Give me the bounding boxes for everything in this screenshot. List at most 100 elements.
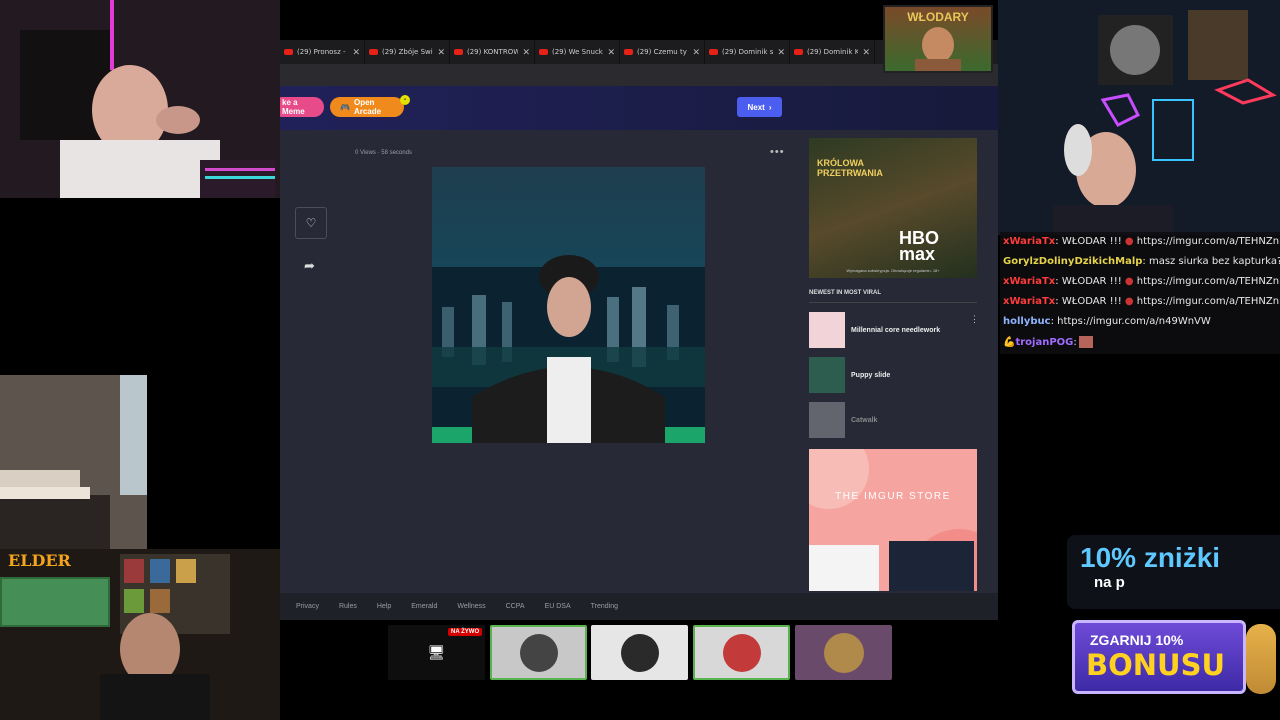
store-title: THE IMGUR STORE: [835, 491, 951, 502]
browser-tab[interactable]: (29) Zbóje Świ ✕: [365, 40, 450, 64]
emote-icon: ●: [1124, 296, 1137, 307]
tab-title: (29) Pronosz -: [297, 48, 346, 56]
footer-link-eu-dsa[interactable]: EU DSA: [545, 603, 571, 610]
new-badge: •: [400, 95, 410, 105]
chat-message: xWariaTx: WŁODAR !!! ● https://imgur.com…: [1003, 296, 1280, 307]
discount-promo: 10% zniżki: [1080, 542, 1221, 573]
tab-title: (29) Dominik K: [807, 48, 859, 56]
chat-username[interactable]: xWariaTx: [1003, 236, 1055, 247]
browser-window: (29) Pronosz - ✕ (29) Zbóje Świ ✕ (29) KON…: [280, 40, 998, 620]
close-icon[interactable]: ✕: [692, 47, 700, 58]
chat-text: : masz siurka bez kapturka?: [1142, 256, 1280, 267]
close-icon[interactable]: ✕: [777, 47, 785, 58]
browser-tab[interactable]: (29) KONTROW ✕: [450, 40, 535, 64]
person-avatar: [620, 633, 659, 672]
viral-item[interactable]: Millennial core needlework: [809, 312, 979, 348]
footer-link-rules[interactable]: Rules: [339, 603, 357, 610]
chat-text: :: [1073, 337, 1077, 348]
footer-link-trending[interactable]: Trending: [591, 603, 618, 610]
tab-title: (29) KONTROW: [467, 48, 519, 56]
heart-icon: ♡: [305, 216, 317, 230]
discount-promo-sub: na p: [1094, 574, 1125, 591]
footer-link-wellness[interactable]: Wellness: [457, 603, 485, 610]
elder-logo: ELDER: [8, 551, 71, 570]
chat-text: : https://imgur.com/a/n49WnVW: [1050, 316, 1211, 327]
more-options-icon[interactable]: •••: [770, 146, 785, 158]
chat-text: : WŁODAR !!!: [1055, 296, 1125, 307]
footer-links: Privacy Rules Help Emerald Wellness CCPA…: [280, 593, 998, 620]
chat-username[interactable]: trojanPOG: [1015, 337, 1073, 348]
browser-tab[interactable]: (29) Dominik s ✕: [705, 40, 790, 64]
ad-title: KRÓLOWA PRZETRWANIA: [817, 158, 883, 178]
chat-message: GorylzDolinyDzikichMalp: masz siurka bez…: [1003, 256, 1280, 267]
youtube-icon: [369, 49, 378, 55]
tab-title: (29) Zbóje Świ: [382, 48, 433, 56]
browser-tab[interactable]: (29) We Snuck ✕: [535, 40, 620, 64]
chevron-right-icon: ›: [768, 102, 772, 112]
chat-link[interactable]: https://imgur.com/a/TEHNZnK: [1137, 236, 1280, 247]
browser-tab[interactable]: (29) Dominik K ✕: [790, 40, 875, 64]
viral-thumbnail: [809, 312, 845, 348]
chat-link[interactable]: https://imgur.com/a/TEHNZnK: [1137, 296, 1280, 307]
advertisement-imgur-store[interactable]: THE IMGUR STORE: [809, 449, 977, 591]
chat-username[interactable]: xWariaTx: [1003, 296, 1055, 307]
footer-link-ccpa[interactable]: CCPA: [506, 603, 525, 610]
webcam-top-left: [0, 0, 280, 198]
hbo-max-logo: HBO max: [899, 228, 939, 264]
car-avatar: [519, 633, 558, 672]
viral-item-title: Puppy slide: [851, 371, 891, 379]
chat-text: : WŁODAR !!!: [1055, 236, 1125, 247]
viral-item-title: Millennial core needlework: [851, 326, 941, 334]
viral-item[interactable]: Catwalk: [809, 402, 979, 438]
webcam-bottom-left: [0, 549, 283, 720]
ad-fine-print: Wymagana subskrypcja. Obowiązuje regulam…: [846, 268, 940, 273]
make-meme-button[interactable]: ke a Meme: [280, 97, 324, 117]
post-image[interactable]: [432, 167, 705, 443]
taskbar-item-person[interactable]: [591, 625, 688, 680]
youtube-icon: [284, 49, 293, 55]
chat-username[interactable]: GorylzDolinyDzikichMalp: [1003, 256, 1142, 267]
viral-item[interactable]: Puppy slide: [809, 357, 979, 393]
open-arcade-button[interactable]: 🎮 Open Arcade: [330, 97, 404, 117]
chat-message: hollybuc: https://imgur.com/a/n49WnVW: [1003, 316, 1211, 327]
chat-link[interactable]: https://imgur.com/a/TEHNZnK: [1137, 276, 1280, 287]
chat-text: : WŁODAR !!!: [1055, 276, 1125, 287]
close-icon[interactable]: ✕: [522, 47, 530, 58]
close-icon[interactable]: ✕: [437, 47, 445, 58]
close-icon[interactable]: ✕: [862, 47, 870, 58]
youtube-icon: [454, 49, 463, 55]
close-icon[interactable]: ✕: [607, 47, 615, 58]
face-avatar: [823, 632, 864, 673]
emote-icon: ●: [1124, 236, 1137, 247]
post-image-scene: [432, 255, 705, 443]
bonus-line1: ZGARNIJ 10%: [1090, 632, 1184, 648]
more-vertical-icon[interactable]: ⋮: [970, 314, 979, 325]
chat-username[interactable]: xWariaTx: [1003, 276, 1055, 287]
tab-title: (29) Czemu ty: [637, 48, 687, 56]
chat-username[interactable]: hollybuc: [1003, 316, 1051, 327]
close-icon[interactable]: ✕: [352, 47, 360, 58]
footer-link-privacy[interactable]: Privacy: [296, 603, 319, 610]
taskbar-item-face[interactable]: [795, 625, 892, 680]
browser-tab[interactable]: (29) Pronosz - ✕: [280, 40, 365, 64]
taskbar-item-car[interactable]: [490, 625, 587, 680]
viral-item-title: Catwalk: [851, 416, 878, 424]
favorite-button[interactable]: ♡: [295, 207, 327, 239]
banner-art: [915, 27, 961, 71]
post-meta: 0 Views · 58 seconds: [355, 150, 412, 156]
viral-thumbnail: [809, 357, 845, 393]
taskbar-item-santa[interactable]: [693, 625, 790, 680]
footer-link-emerald[interactable]: Emerald: [411, 603, 437, 610]
footer-link-help[interactable]: Help: [377, 603, 391, 610]
webcam-right: [998, 0, 1280, 235]
youtube-icon: [539, 49, 548, 55]
chat-message: xWariaTx: WŁODAR !!! ● https://imgur.com…: [1003, 276, 1280, 287]
chat-message: 💪trojanPOG:: [1003, 336, 1093, 348]
gamepad-icon: 🎮: [340, 102, 350, 112]
advertisement-hbo[interactable]: KRÓLOWA PRZETRWANIA HBO max Wymagana subsk…: [809, 138, 977, 278]
open-arcade-label: Open Arcade: [353, 98, 382, 116]
next-button[interactable]: Next ›: [737, 97, 782, 117]
browser-tab[interactable]: (29) Czemu ty ✕: [620, 40, 705, 64]
share-icon[interactable]: ➦: [304, 258, 315, 274]
webcam-room: [0, 375, 147, 550]
